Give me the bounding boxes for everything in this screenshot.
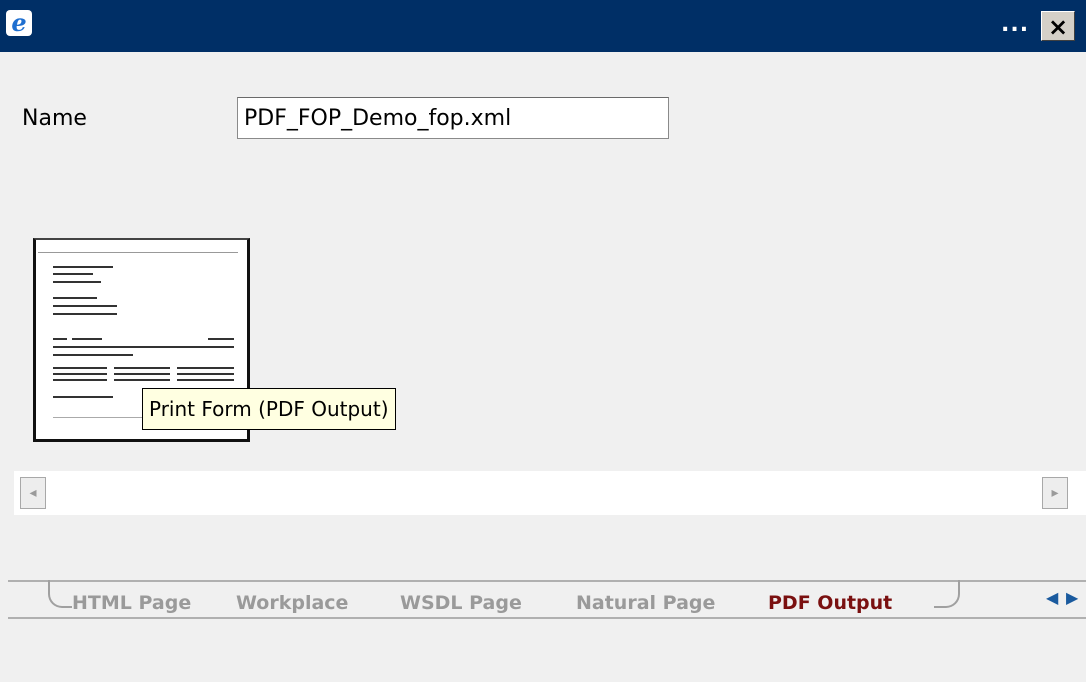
tab-bar: HTML Page Workplace WSDL Page Natural Pa… [8,580,1086,619]
tab-left-edge [48,580,72,608]
tab-scroll-left-icon[interactable]: ◀ [1046,588,1058,607]
tab-workplace[interactable]: Workplace [236,592,348,614]
tab-right-edge [934,580,960,608]
title-ellipsis: ... [1001,12,1030,37]
tab-wsdl-page[interactable]: WSDL Page [400,592,522,614]
tab-html-page[interactable]: HTML Page [72,592,191,614]
name-input[interactable] [237,97,669,139]
dialog-window: e ... × Name Print Form (PDF Output) ◂ ▸ [0,0,1086,682]
name-label: Name [22,106,87,131]
scroll-left-button[interactable]: ◂ [20,477,46,509]
ie-icon: e [6,10,32,36]
tooltip: Print Form (PDF Output) [142,388,396,430]
title-bar: e ... × [0,0,1086,52]
tab-scroll-right-icon[interactable]: ▶ [1066,588,1078,607]
scroll-right-button[interactable]: ▸ [1042,477,1068,509]
tab-natural-page[interactable]: Natural Page [576,592,715,614]
tab-pdf-output[interactable]: PDF Output [768,592,892,614]
close-button[interactable]: × [1041,11,1075,41]
horizontal-scrollbar[interactable] [14,471,1086,515]
